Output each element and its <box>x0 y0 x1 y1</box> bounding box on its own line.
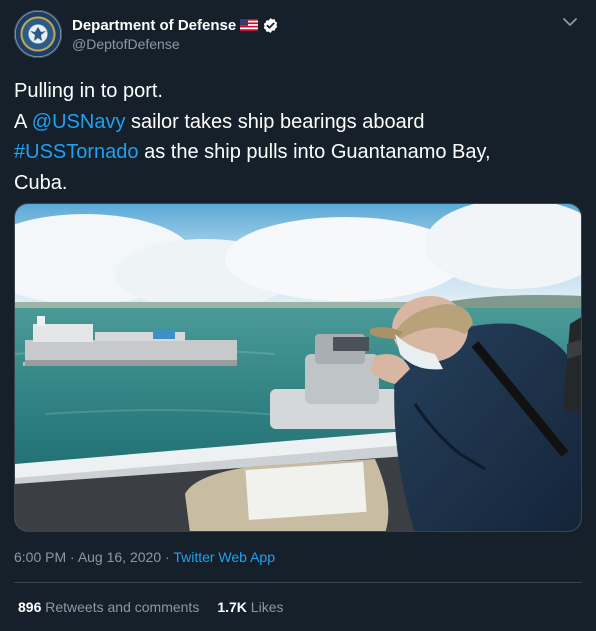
text-segment: as the ship pulls into Guantanamo Bay, <box>138 141 491 163</box>
tweet-meta: 6:00 PM · Aug 16, 2020 · Twitter Web App <box>14 549 275 565</box>
retweets-stat[interactable]: 896 Retweets and comments <box>18 599 199 615</box>
account-handle[interactable]: @DeptofDefense <box>72 36 180 52</box>
likes-count: 1.7K <box>217 599 247 615</box>
retweets-label: Retweets and comments <box>45 599 200 615</box>
hashtag-link[interactable]: #USSTornado <box>14 141 139 163</box>
tweet-stats: 896 Retweets and comments 1.7K Likes <box>18 599 283 615</box>
eagle-icon <box>30 27 46 41</box>
source-app-link[interactable]: Twitter Web App <box>173 549 275 565</box>
text-segment: A <box>14 110 32 133</box>
name-line: Department of Defense <box>72 15 279 35</box>
mention-link[interactable]: @USNavy <box>32 111 126 133</box>
likes-stat[interactable]: 1.7K Likes <box>217 599 283 615</box>
retweets-count: 896 <box>18 599 42 615</box>
sailor-taking-bearings-photo <box>15 204 581 531</box>
chevron-down-icon[interactable] <box>560 12 580 32</box>
separator: · <box>66 549 78 565</box>
divider <box>14 582 582 583</box>
tweet-date[interactable]: Aug 16, 2020 <box>78 549 161 565</box>
tweet-card: Department of Defense @DeptofDefense Pul… <box>0 0 596 631</box>
likes-label: Likes <box>250 599 284 615</box>
display-name[interactable]: Department of Defense <box>72 17 236 34</box>
tweet-line-2: A @USNavy sailor takes ship bearings abo… <box>14 107 582 138</box>
tweet-line-3: #USSTornado as the ship pulls into Guant… <box>14 137 582 168</box>
tweet-line-4: Cuba. <box>14 171 68 194</box>
tweet-header: Department of Defense @DeptofDefense <box>14 10 582 58</box>
tweet-text: Pulling in to port. A @USNavy sailor tak… <box>14 76 582 198</box>
avatar[interactable] <box>14 10 62 58</box>
tweet-line-1: Pulling in to port. <box>14 80 163 102</box>
us-flag-icon <box>240 19 259 31</box>
separator: · <box>161 549 174 565</box>
text-segment: sailor takes ship bearings aboard <box>125 110 425 133</box>
tweet-photo[interactable] <box>14 203 582 532</box>
tweet-time[interactable]: 6:00 PM <box>14 549 66 565</box>
verified-badge-icon <box>264 17 278 33</box>
